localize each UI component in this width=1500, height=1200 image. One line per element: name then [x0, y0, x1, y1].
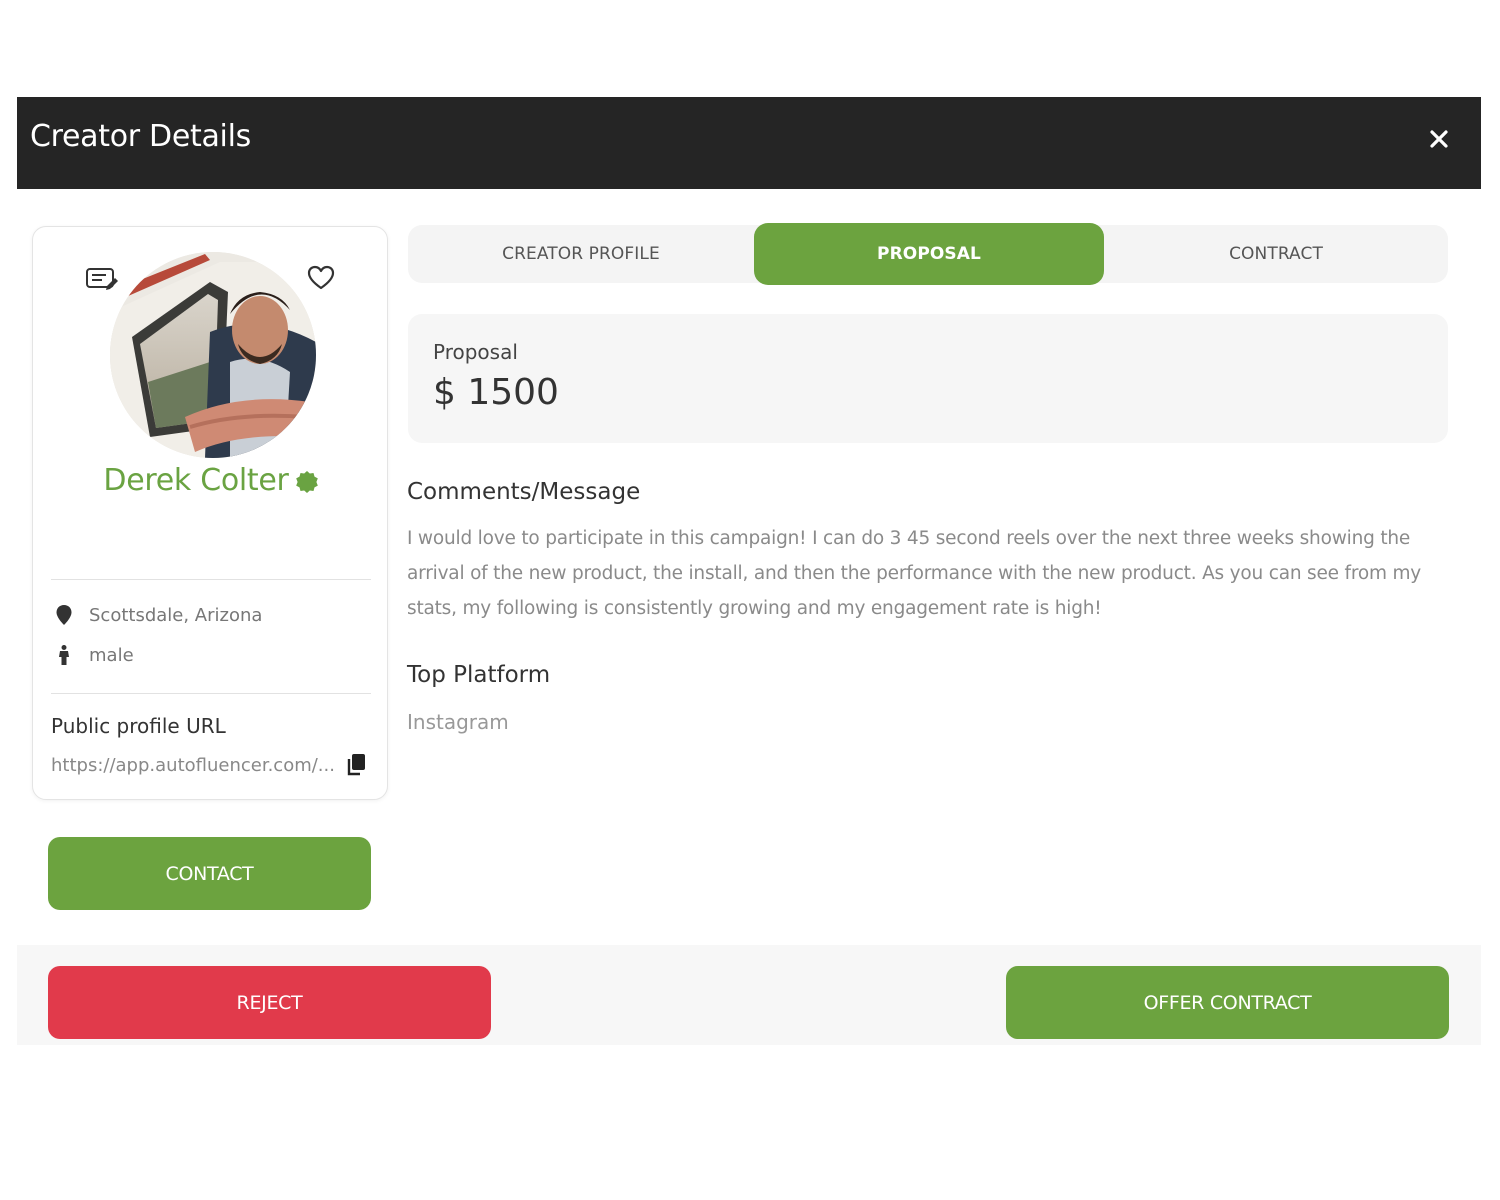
divider: [51, 693, 371, 694]
verified-badge-icon: [295, 467, 319, 493]
proposal-box: Proposal $ 1500: [408, 314, 1448, 443]
offer-contract-button[interactable]: OFFER CONTRACT: [1006, 966, 1449, 1039]
heart-icon[interactable]: [307, 265, 335, 291]
location-text: Scottsdale, Arizona: [89, 604, 263, 626]
top-platform-title: Top Platform: [407, 662, 551, 688]
tab-creator-profile[interactable]: CREATOR PROFILE: [408, 225, 754, 283]
comments-text: I would love to participate in this camp…: [407, 528, 1422, 619]
creator-details-modal: Creator Details Derek Colter Scottsdale,…: [17, 97, 1481, 1045]
creator-name-row: Derek Colter: [33, 463, 389, 498]
gender-row: male: [53, 644, 134, 666]
person-icon: [53, 644, 75, 666]
location-row: Scottsdale, Arizona: [53, 604, 262, 626]
public-profile-url[interactable]: https://app.autofluencer.com/...: [51, 755, 347, 776]
creator-name: Derek Colter: [103, 463, 289, 498]
proposal-amount: $ 1500: [433, 372, 559, 413]
location-pin-icon: [53, 604, 75, 626]
close-icon[interactable]: [1427, 127, 1451, 151]
avatar: [110, 252, 316, 458]
gender-text: male: [89, 644, 134, 666]
comments-title: Comments/Message: [407, 479, 641, 505]
copy-icon[interactable]: [345, 753, 367, 777]
tab-proposal[interactable]: PROPOSAL: [754, 223, 1104, 285]
public-profile-label: Public profile URL: [51, 714, 226, 738]
top-platform-value: Instagram: [407, 710, 509, 734]
tab-contract[interactable]: CONTRACT: [1104, 225, 1448, 283]
divider: [51, 579, 371, 580]
modal-title: Creator Details: [30, 119, 251, 154]
contact-button[interactable]: CONTACT: [48, 837, 371, 910]
tab-bar: CREATOR PROFILE PROPOSAL CONTRACT: [408, 223, 1448, 285]
modal-header: Creator Details: [17, 97, 1481, 189]
reject-button[interactable]: REJECT: [48, 966, 491, 1039]
profile-card: Derek Colter Scottsdale, Arizona male Pu…: [32, 226, 388, 800]
modal-footer: REJECT OFFER CONTRACT: [17, 945, 1481, 1045]
proposal-label: Proposal: [433, 340, 518, 364]
notes-icon[interactable]: [85, 266, 119, 292]
